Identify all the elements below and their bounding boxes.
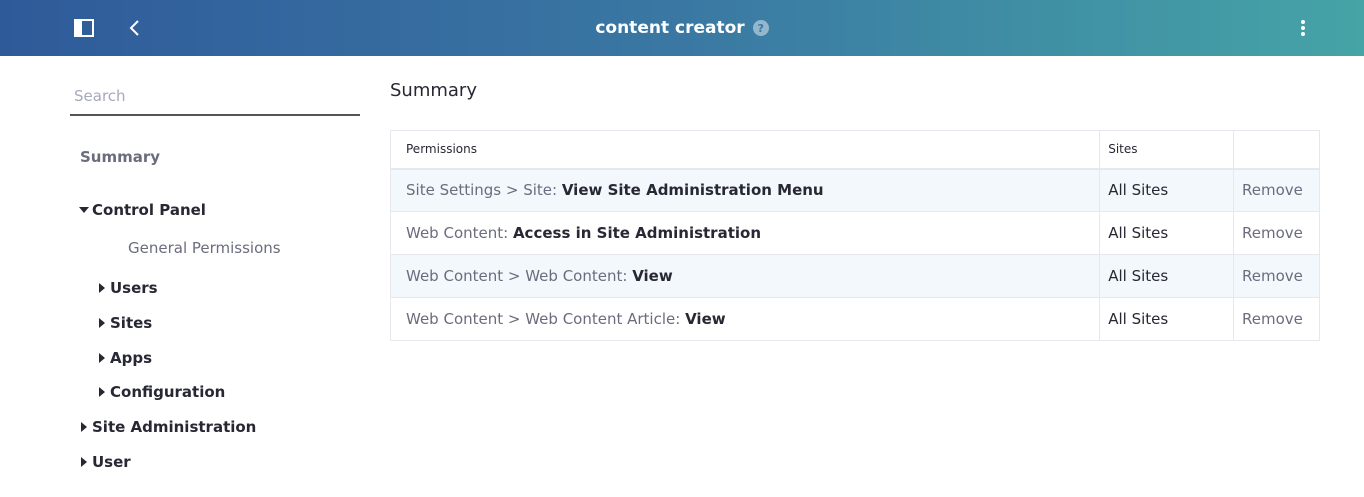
table-row: Web Content > Web Content Article: View … <box>390 297 1320 341</box>
permission-path: Web Content: <box>406 224 513 242</box>
header-title-group: content creator ? <box>0 0 1364 56</box>
page-title: content creator <box>595 18 745 38</box>
permission-name: View <box>632 267 673 285</box>
table-row: Web Content: Access in Site Administrati… <box>390 211 1320 255</box>
permission-name: View Site Administration Menu <box>561 181 824 200</box>
nav-apps[interactable]: Apps <box>96 349 152 367</box>
back-button[interactable] <box>120 14 148 42</box>
permission-name: View <box>685 310 726 328</box>
search-input[interactable] <box>70 80 360 112</box>
table-row: Web Content > Web Content: View All Site… <box>390 254 1320 298</box>
nav-control-panel[interactable]: Control Panel <box>78 201 206 219</box>
column-header-permissions: Permissions <box>390 130 1101 170</box>
remove-button[interactable]: Remove <box>1233 168 1320 212</box>
options-menu-button[interactable] <box>1289 14 1317 42</box>
nav-apps-label: Apps <box>110 349 153 367</box>
permission-cell: Site Settings > Site: View Site Administ… <box>390 168 1101 212</box>
permission-cell: Web Content: Access in Site Administrati… <box>390 211 1101 255</box>
sidebar-panel-icon <box>74 19 94 37</box>
permission-path: Web Content > Web Content Article: <box>406 310 686 328</box>
column-header-sites: Sites <box>1099 130 1235 170</box>
permission-path: Site Settings > Site: <box>406 181 562 200</box>
table-row: Site Settings > Site: View Site Administ… <box>390 168 1320 212</box>
permissions-table: Permissions Sites Site Settings > Site: … <box>390 130 1320 341</box>
sites-cell: All Sites <box>1099 211 1235 255</box>
permission-name: Access in Site Administration <box>512 224 762 242</box>
app-header: content creator ? <box>0 0 1364 56</box>
remove-button[interactable]: Remove <box>1233 297 1320 341</box>
caret-down-icon <box>78 204 90 216</box>
sidebar-toggle-button[interactable] <box>70 14 98 42</box>
help-icon[interactable]: ? <box>752 20 769 36</box>
permission-path: Web Content > Web Content: <box>406 267 633 285</box>
caret-right-icon <box>96 282 108 294</box>
sites-cell: All Sites <box>1099 168 1235 212</box>
sites-cell: All Sites <box>1099 297 1235 341</box>
caret-right-icon <box>96 317 108 329</box>
caret-right-icon <box>78 456 90 468</box>
table-header-row: Permissions Sites <box>390 130 1320 170</box>
nav-sites[interactable]: Sites <box>96 314 152 332</box>
vertical-ellipsis-icon <box>1301 20 1305 36</box>
nav-users-label: Users <box>110 279 158 297</box>
nav-users[interactable]: Users <box>96 279 158 297</box>
section-title: Summary <box>390 80 477 101</box>
nav-sites-label: Sites <box>110 314 153 332</box>
nav-configuration[interactable]: Configuration <box>96 383 225 401</box>
permission-cell: Web Content > Web Content: View <box>390 254 1101 298</box>
search-field <box>70 80 360 116</box>
nav-user[interactable]: User <box>78 453 131 471</box>
nav-summary[interactable]: Summary <box>80 148 160 166</box>
nav-site-administration-label: Site Administration <box>92 418 257 436</box>
remove-button[interactable]: Remove <box>1233 211 1320 255</box>
caret-right-icon <box>78 421 90 433</box>
sites-cell: All Sites <box>1099 254 1235 298</box>
nav-site-administration[interactable]: Site Administration <box>78 418 256 436</box>
chevron-left-icon <box>129 20 139 36</box>
nav-control-panel-label: Control Panel <box>92 201 206 219</box>
column-header-actions <box>1233 130 1320 170</box>
caret-right-icon <box>96 386 108 398</box>
nav-general-permissions[interactable]: General Permissions <box>128 239 281 257</box>
nav-user-label: User <box>92 453 131 471</box>
remove-button[interactable]: Remove <box>1233 254 1320 298</box>
permission-cell: Web Content > Web Content Article: View <box>390 297 1101 341</box>
caret-right-icon <box>96 352 108 364</box>
nav-configuration-label: Configuration <box>110 383 226 401</box>
